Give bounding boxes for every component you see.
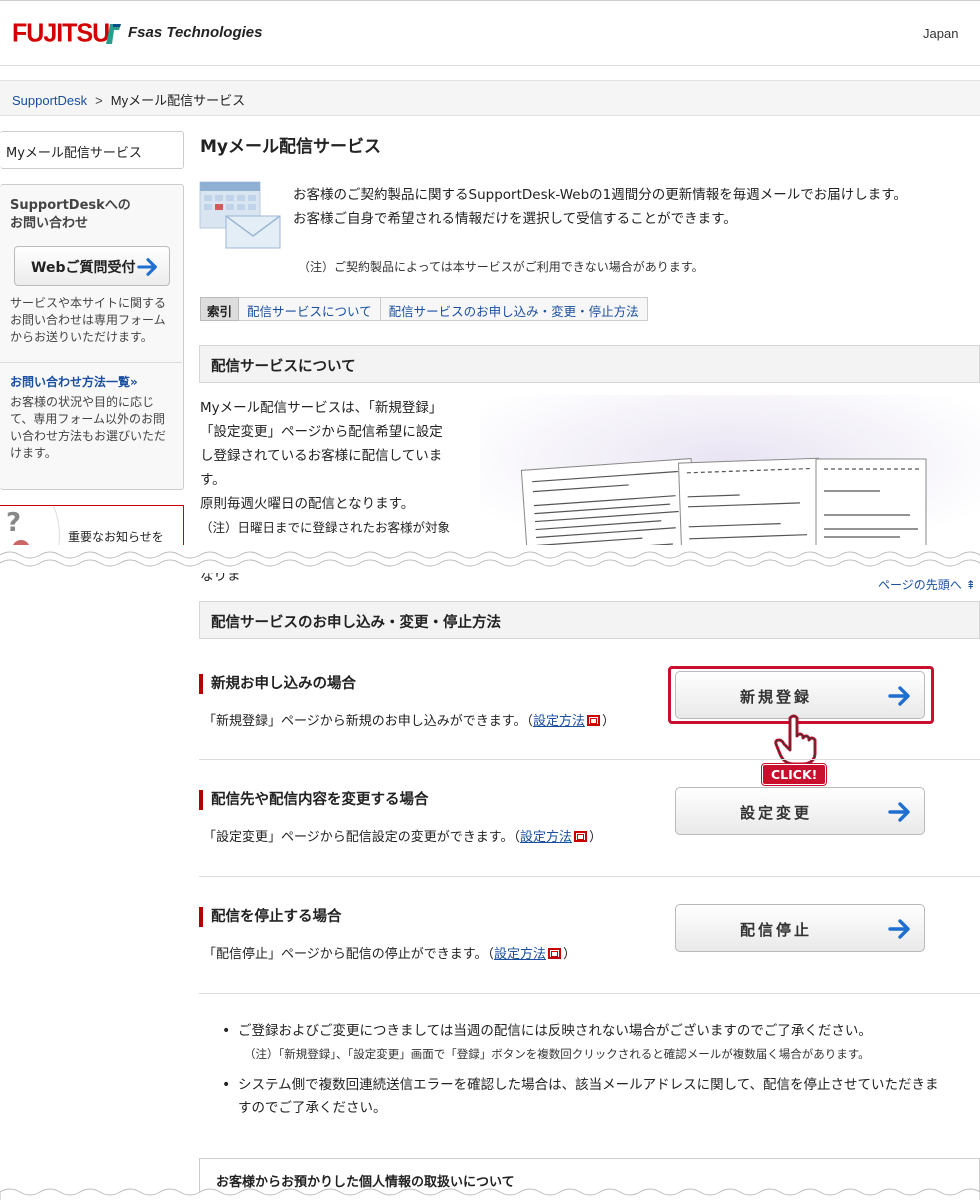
section-heading-apply: 配信サービスのお申し込み・変更・停止方法 — [199, 601, 980, 639]
click-label: CLICK! — [762, 764, 827, 785]
contact-heading: SupportDeskへの お問い合わせ — [10, 197, 131, 233]
stop-delivery-button[interactable]: 配信停止 — [675, 904, 925, 952]
external-window-icon — [573, 831, 587, 842]
contact-heading-line1: SupportDeskへの — [10, 198, 131, 213]
section-cut-divider — [0, 545, 980, 573]
case-desc-suffix: ） — [588, 830, 602, 845]
index-tab-about[interactable]: 配信サービスについて — [239, 297, 381, 321]
case-desc-text: 「新規登録」ページから新規のお申し込みができます。（ — [203, 714, 533, 729]
sidebar-divider — [0, 362, 182, 363]
external-window-icon — [586, 715, 600, 726]
case-title: 新規お申し込みの場合 — [199, 674, 356, 694]
external-window-icon — [547, 948, 561, 959]
intro-line1: お客様のご契約製品に関するSupportDesk-Webの1週間分の更新情報を毎… — [293, 187, 907, 203]
case-desc-suffix: ） — [562, 947, 576, 962]
change-settings-button-label: 設定変更 — [739, 804, 812, 822]
case-title: 配信を停止する場合 — [199, 907, 342, 927]
case-divider — [199, 759, 980, 760]
arrow-right-icon — [137, 258, 157, 276]
fsas-logo-icon — [106, 24, 121, 44]
intro-text: お客様のご契約製品に関するSupportDesk-Webの1週間分の更新情報を毎… — [293, 183, 907, 231]
case-desc-suffix: ） — [601, 714, 615, 729]
contact-methods-link-label: お問い合わせ方法一覧 — [10, 375, 131, 389]
case-description: 「新規登録」ページから新規のお申し込みができます。（設定方法 ） — [203, 710, 615, 729]
arrow-up-icon: ⇞ — [965, 578, 976, 592]
breadcrumb-home-link[interactable]: SupportDesk — [12, 93, 87, 108]
case-desc-text: 「設定変更」ページから配信設定の変更ができます。（ — [203, 830, 520, 845]
list-item: ご登録およびご変更につきましては当週の配信には反映されない場合がございますのでご… — [218, 1020, 978, 1066]
fujitsu-logo[interactable]: FUJITSU — [12, 18, 110, 48]
site-header: FUJITSU Fsas Technologies Japan — [0, 0, 980, 66]
about-line5: 原則毎週火曜日の配信となります。 — [200, 496, 415, 512]
note-text-continued: すのでご了承ください。 — [238, 1100, 387, 1116]
contact-description-2: お客様の状況や目的に応じて、専用フォーム以外のお問い合わせ方法もお選びいただけま… — [10, 395, 167, 460]
web-inquiry-button[interactable]: Webご質問受付 — [14, 246, 170, 286]
case-description: 「配信停止」ページから配信の停止ができます。（設定方法 ） — [203, 943, 576, 962]
page-title: Myメール配信サービス — [200, 137, 381, 157]
index-tab-apply[interactable]: 配信サービスのお申し込み・変更・停止方法 — [380, 297, 648, 321]
setup-method-link[interactable]: 設定方法 — [533, 714, 585, 729]
question-mark-icon: ? — [6, 508, 22, 538]
breadcrumb: SupportDesk > Myメール配信サービス — [0, 80, 980, 116]
sample-mail-illustration — [480, 395, 980, 555]
contact-heading-line2: お問い合わせ — [10, 216, 89, 231]
region-selector[interactable]: Japan — [923, 26, 958, 41]
mail-calendar-icon — [199, 181, 281, 249]
section-heading-about: 配信サービスについて — [199, 345, 980, 383]
sidebar-title: Myメール配信サービス — [0, 131, 184, 169]
notes-list: ご登録およびご変更につきましては当週の配信には反映されない場合がございますのでご… — [218, 1020, 978, 1120]
page-cut-divider — [0, 1188, 980, 1200]
breadcrumb-separator: > — [95, 93, 103, 108]
case-desc-text: 「配信停止」ページから配信の停止ができます。（ — [203, 947, 494, 962]
about-line2: 「設定変更」ページから配信希望に設定 — [200, 424, 443, 440]
arrow-right-icon — [888, 919, 910, 939]
back-to-top-link[interactable]: ページの先頭へ ⇞ — [878, 576, 976, 593]
index-nav: 索引 配信サービスについて 配信サービスのお申し込み・変更・停止方法 — [200, 297, 648, 321]
about-line3: し登録されているお客様に配信していま — [200, 448, 443, 464]
double-chevron-icon: » — [130, 375, 138, 389]
about-line4: す。 — [200, 472, 226, 488]
arrow-right-icon — [888, 802, 910, 822]
case-description: 「設定変更」ページから配信設定の変更ができます。（設定方法 ） — [203, 826, 602, 845]
contact-description: サービスや本サイトに関するお問い合わせは専用フォームからお送りいただけます。 — [10, 296, 167, 344]
case-title: 配信先や配信内容を変更する場合 — [199, 790, 429, 810]
list-item: システム側で複数回連続送信エラーを確認した場合は、該当メールアドレスに関して、配… — [218, 1074, 978, 1120]
note-text: システム側で複数回連続送信エラーを確認した場合は、該当メールアドレスに関して、配… — [238, 1077, 939, 1093]
case-divider — [199, 876, 980, 877]
web-inquiry-button-label: Webご質問受付 — [31, 260, 136, 276]
breadcrumb-current: Myメール配信サービス — [110, 93, 246, 108]
setup-method-link[interactable]: 設定方法 — [494, 947, 546, 962]
back-to-top-label: ページの先頭へ — [878, 578, 962, 592]
notice-line1: 重要なお知らせを — [68, 530, 164, 544]
case-divider — [199, 993, 980, 994]
setup-method-link[interactable]: 設定方法 — [520, 830, 572, 845]
note-text: ご登録およびご変更につきましては当週の配信には反映されない場合がございますのでご… — [238, 1023, 872, 1039]
intro-line2: お客様ご自身で希望される情報だけを選択して受信することができます。 — [293, 211, 737, 227]
contact-methods-link[interactable]: お問い合わせ方法一覧» — [10, 373, 138, 390]
index-label: 索引 — [200, 297, 240, 321]
fsas-logo-text[interactable]: Fsas Technologies — [128, 24, 262, 41]
intro-note: （注）ご契約製品によっては本サービスがご利用できない場合があります。 — [298, 260, 704, 274]
sidebar-contact-box: SupportDeskへの お問い合わせ Webご質問受付 サービスや本サイトに… — [0, 184, 184, 490]
note-subtext: （注）「新規登録」、「設定変更」画面で「登録」ボタンを複数回クリックされると確認… — [244, 1047, 870, 1061]
change-settings-button[interactable]: 設定変更 — [675, 787, 925, 835]
stop-delivery-button-label: 配信停止 — [739, 921, 812, 939]
about-line1: Myメール配信サービスは、「新規登録」 — [200, 400, 443, 416]
